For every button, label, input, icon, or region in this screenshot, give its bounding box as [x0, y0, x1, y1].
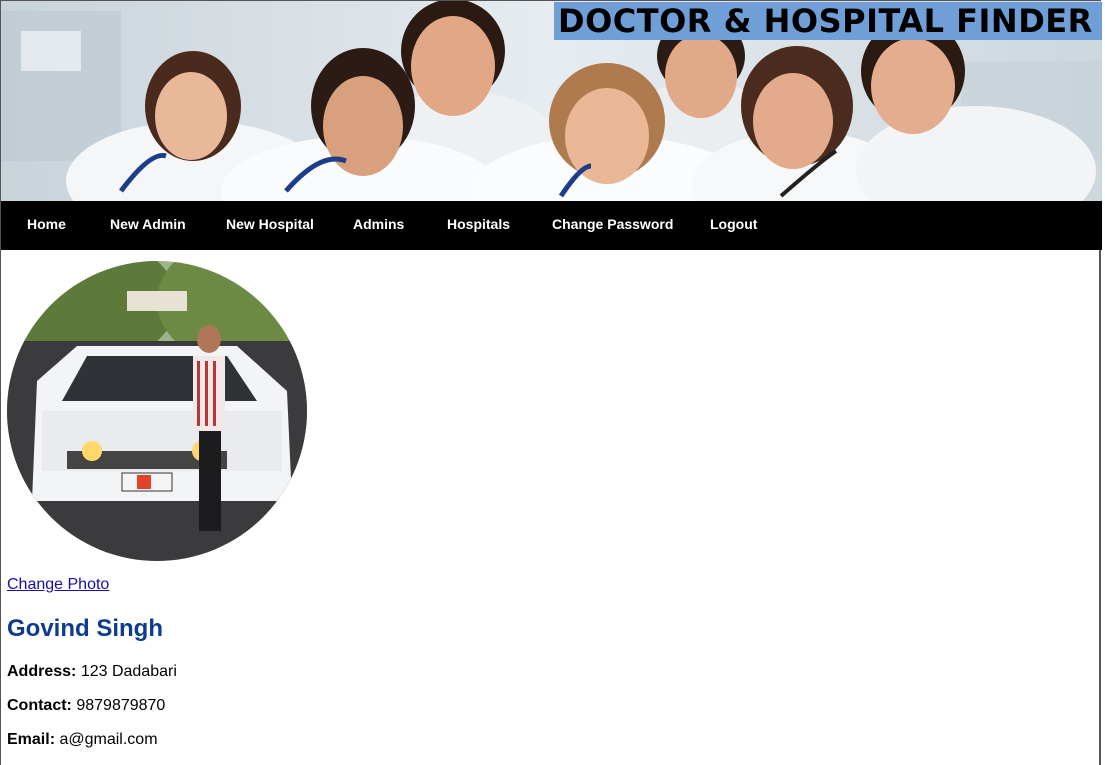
- address-row: Address: 123 Dadabari: [7, 663, 177, 681]
- profile-photo-image: [7, 261, 307, 561]
- address-value: 123 Dadabari: [80, 663, 177, 680]
- site-title: DOCTOR & HOSPITAL FINDER: [554, 2, 1102, 40]
- nav-new-hospital[interactable]: New Hospital: [226, 201, 314, 250]
- email-row: Email: a@gmail.com: [7, 731, 158, 749]
- contact-row: Contact: 9879879870: [7, 697, 165, 715]
- header-banner: DOCTOR & HOSPITAL FINDER: [1, 1, 1102, 201]
- contact-value: 9879879870: [76, 697, 166, 714]
- nav-hospitals[interactable]: Hospitals: [447, 201, 510, 250]
- profile-name: Govind Singh: [7, 615, 163, 642]
- change-photo-link[interactable]: Change Photo: [7, 576, 109, 594]
- nav-home[interactable]: Home: [27, 201, 66, 250]
- email-label: Email:: [7, 731, 56, 748]
- nav-change-password[interactable]: Change Password: [552, 201, 673, 250]
- nav-new-admin[interactable]: New Admin: [110, 201, 186, 250]
- nav-admins[interactable]: Admins: [353, 201, 404, 250]
- contact-label: Contact:: [7, 697, 72, 714]
- email-value: a@gmail.com: [59, 731, 158, 748]
- profile-avatar: [7, 261, 307, 561]
- nav-logout[interactable]: Logout: [710, 201, 757, 250]
- address-label: Address:: [7, 663, 77, 680]
- main-navbar: Home New Admin New Hospital Admins Hospi…: [1, 201, 1102, 250]
